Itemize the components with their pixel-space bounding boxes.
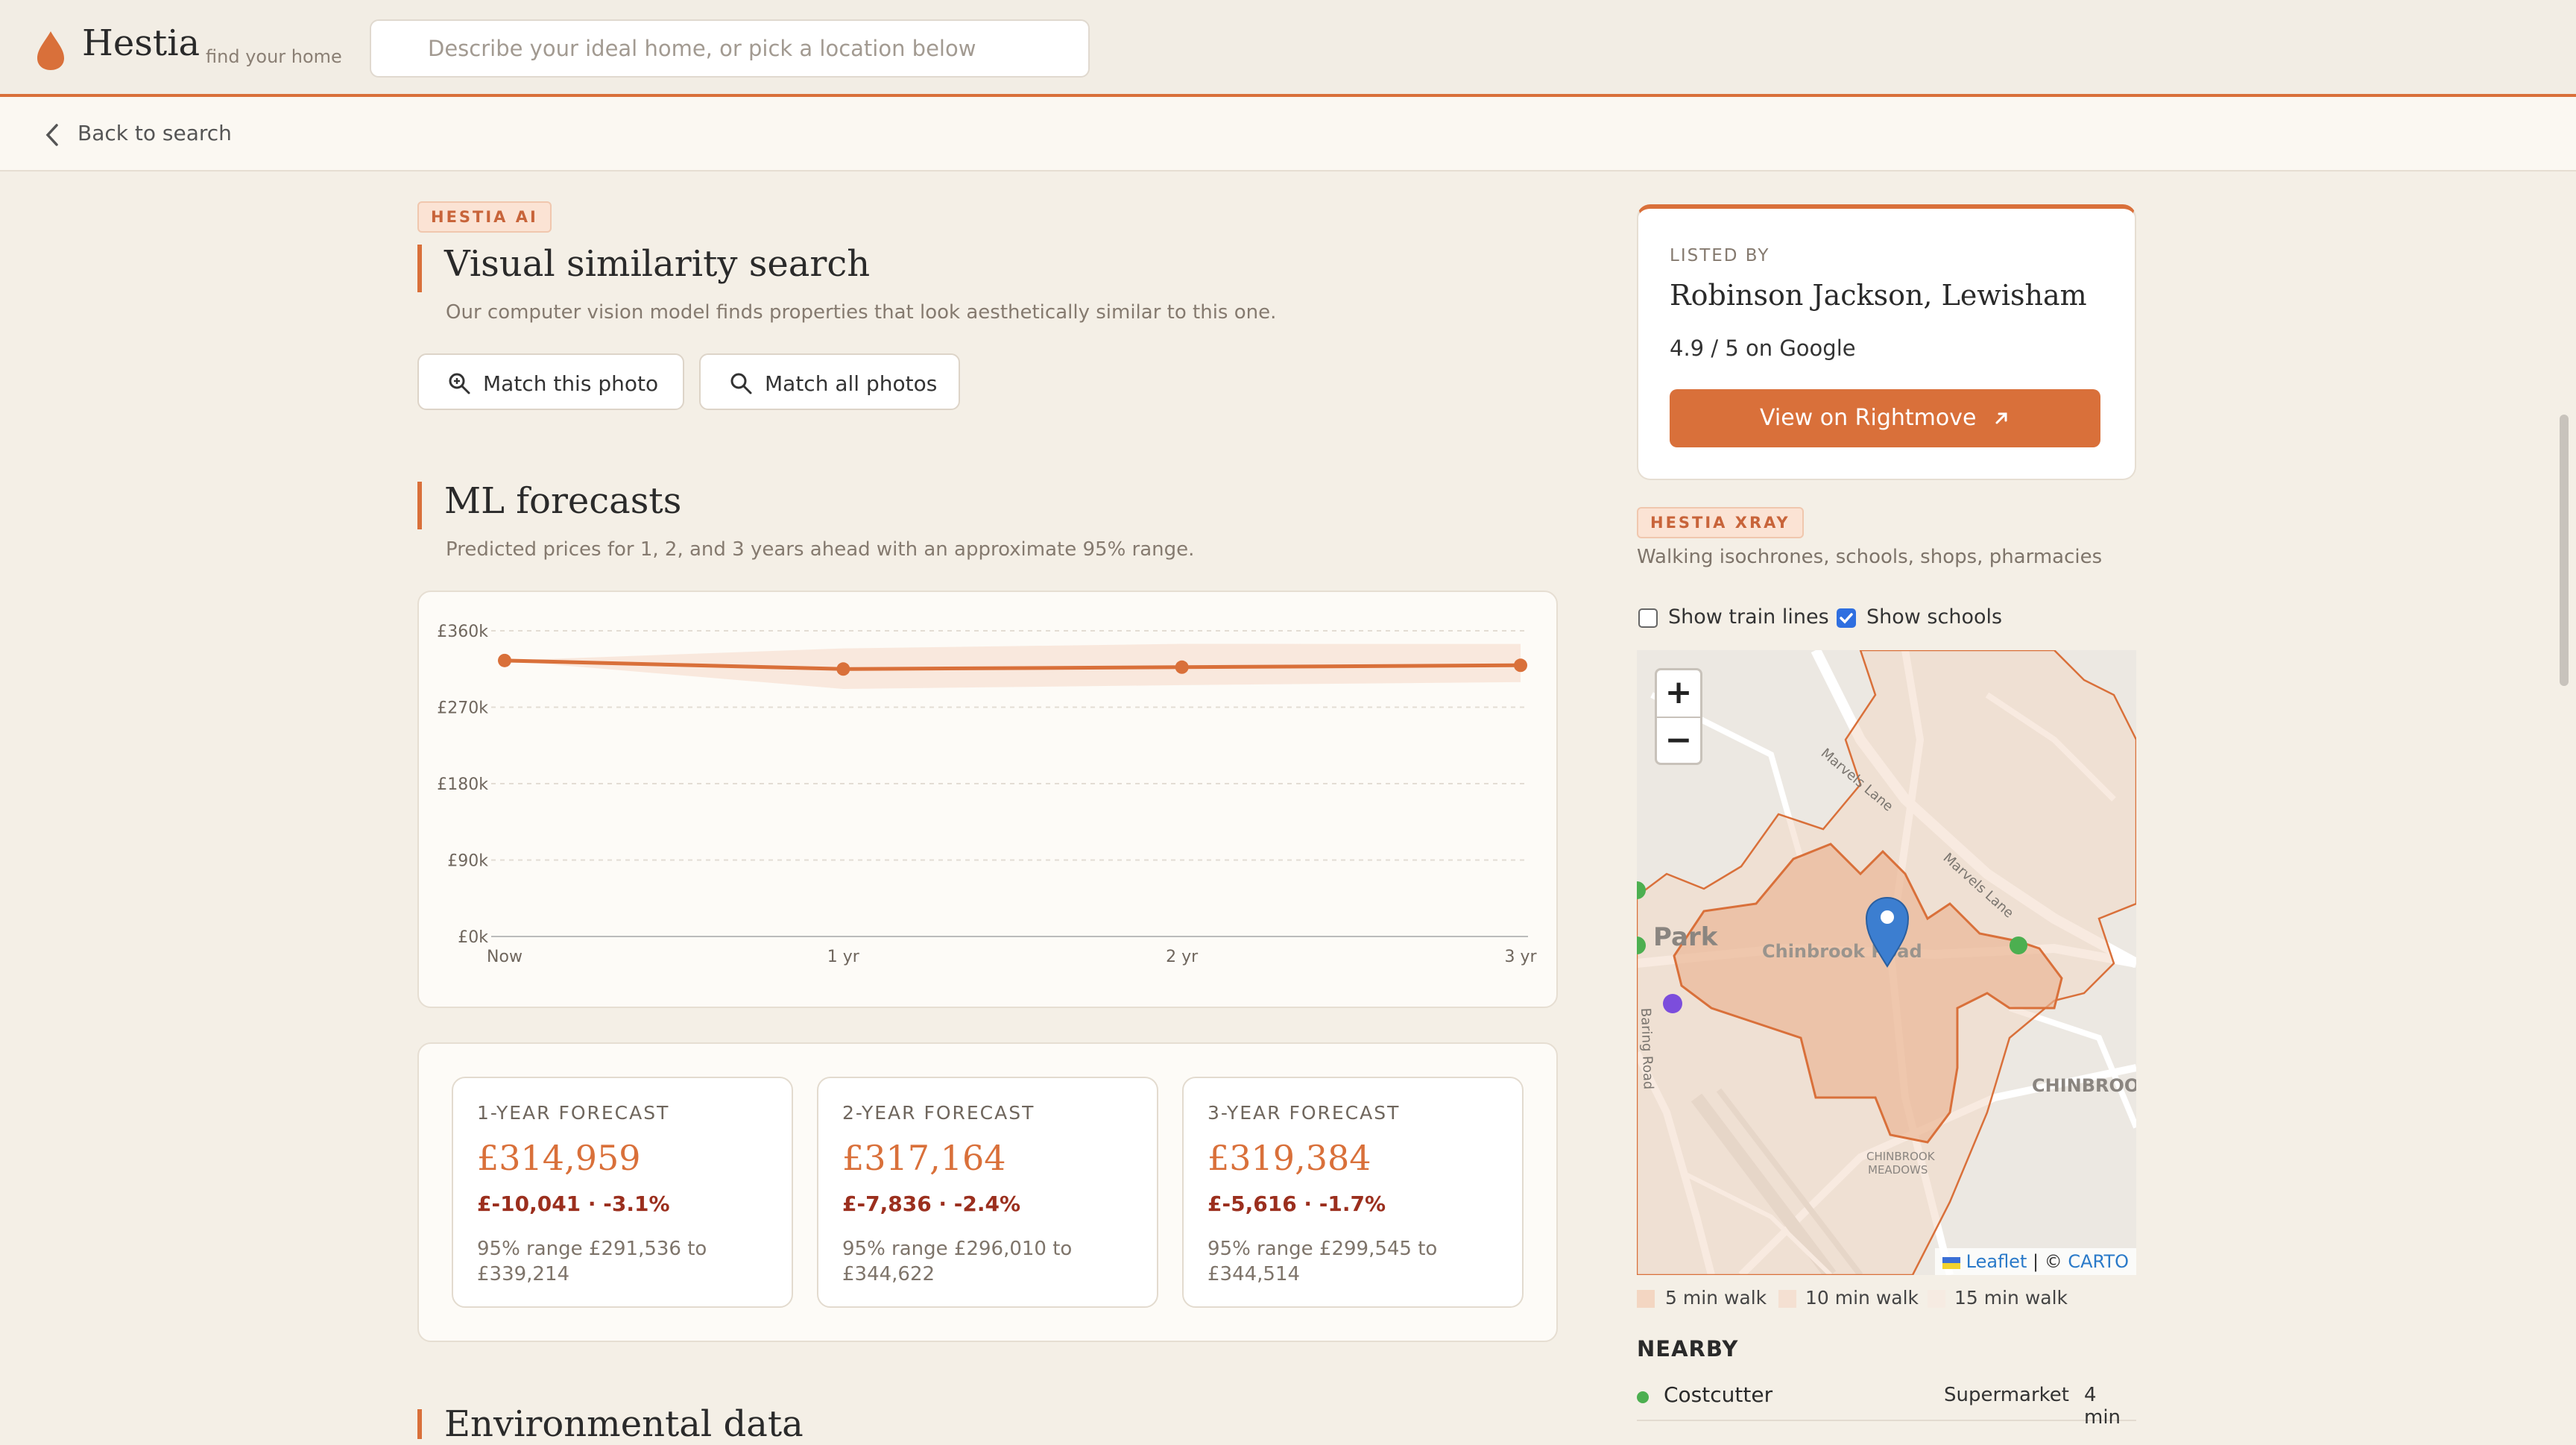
forecast-delta: £-7,836 · -2.4% [842, 1191, 1021, 1216]
page-scrollbar[interactable] [2560, 415, 2569, 686]
chart-data-point [1175, 660, 1189, 674]
chart-x-tick-label: Now [487, 948, 523, 966]
map-label-meadows: MEADOWS [1868, 1163, 1928, 1177]
legend-label-5min: 5 min walk [1665, 1287, 1767, 1309]
chart-x-tick-label: 1 yr [827, 948, 860, 966]
section-accent-bar [417, 245, 422, 292]
carto-link[interactable]: CARTO [2068, 1251, 2129, 1272]
forecast-line-chart: £360k £270k £180k £90k £0kNow 1 yr 2 yr 3 yr [437, 623, 1537, 966]
map-zoom-control: + − [1655, 668, 1702, 765]
legend-swatch-10min [1778, 1290, 1796, 1308]
hestia-xray-tag: HESTIA XRAY [1637, 507, 1804, 538]
leaflet-link[interactable]: Leaflet [1966, 1251, 2027, 1272]
checkmark-icon [1840, 613, 1853, 624]
map-label-park: Park [1653, 922, 1719, 952]
match-this-photo-label: Match this photo [483, 371, 659, 396]
match-all-photos-label: Match all photos [765, 371, 938, 396]
legend-swatch-15min [1928, 1290, 1945, 1308]
chart-data-point [836, 662, 850, 676]
chart-x-tick-label: 3 yr [1504, 948, 1537, 966]
flame-logo-icon [37, 31, 64, 70]
forecast-label: 3-YEAR FORECAST [1208, 1102, 1401, 1124]
xray-subtitle: Walking isochrones, schools, shops, phar… [1637, 546, 2103, 568]
zoom-in-button[interactable]: + [1657, 670, 1700, 718]
listed-by-label: LISTED BY [1670, 246, 1770, 265]
nearby-item-type: Supermarket [1944, 1384, 2069, 1406]
show-train-lines-checkbox[interactable] [1638, 608, 1658, 628]
next-section-title: Environmental data [444, 1403, 804, 1445]
forecast-delta: £-5,616 · -1.7% [1208, 1191, 1386, 1216]
poi-marker-pharmacy [1663, 994, 1682, 1013]
forecast-value: £317,164 [842, 1138, 1006, 1178]
match-this-photo-button[interactable]: Match this photo [417, 353, 684, 410]
map-label-chinbrook: CHINBROOK [2032, 1075, 2136, 1096]
chart-y-tick-label: £360k [437, 623, 488, 641]
chart-y-tick-label: £180k [437, 775, 488, 794]
external-link-icon [1995, 412, 2007, 424]
chart-y-tick-label: £0k [458, 928, 488, 947]
match-all-photos-button[interactable]: Match all photos [699, 353, 960, 410]
forecast-value: £319,384 [1208, 1138, 1371, 1178]
map-attribution: Leaflet | © CARTO [1935, 1248, 2136, 1275]
chart-data-point [498, 653, 511, 667]
agent-name: Robinson Jackson, Lewisham [1670, 279, 2087, 312]
view-on-rightmove-label: View on Rightmove [1760, 405, 1977, 431]
agent-card: LISTED BY Robinson Jackson, Lewisham 4.9… [1637, 204, 2136, 480]
ukraine-flag-icon [1942, 1257, 1960, 1269]
attribution-separator: | © [2027, 1251, 2068, 1272]
section-accent-bar [417, 482, 422, 529]
forecast-value: £314,959 [477, 1138, 641, 1178]
forecast-chart-card: £360k £270k £180k £90k £0k Now 1 yr 2 yr 3 yr [417, 591, 1558, 1008]
chart-y-tick-label: £90k [447, 852, 488, 871]
search-icon [730, 373, 752, 394]
forecast-card-3yr: 3-YEAR FORECAST £319,384 £-5,616 · -1.7%… [1182, 1077, 1524, 1308]
legend-label-10min: 10 min walk [1805, 1287, 1919, 1309]
search-input[interactable]: Describe your ideal home, or pick a loca… [370, 19, 1090, 78]
view-on-rightmove-button[interactable]: View on Rightmove [1670, 389, 2100, 447]
forecast-delta: £-10,041 · -3.1% [477, 1191, 670, 1216]
visual-search-subtitle: Our computer vision model finds properti… [446, 301, 1277, 324]
top-bar: Hestia find your home Describe your idea… [0, 0, 2576, 97]
nearby-item-name: Costcutter [1664, 1382, 1773, 1407]
nearby-item-time: 4 min [2084, 1384, 2121, 1429]
chart-data-point [1514, 658, 1527, 673]
nearby-title: NEARBY [1637, 1336, 1739, 1361]
forecasts-title: ML forecasts [444, 480, 682, 522]
supermarket-dot-icon [1637, 1391, 1649, 1403]
chart-y-tick-label: £270k [437, 699, 488, 718]
section-accent-bar [417, 1409, 422, 1439]
chart-x-tick-label: 2 yr [1166, 948, 1199, 966]
forecasts-subtitle: Predicted prices for 1, 2, and 3 years a… [446, 538, 1195, 561]
legend-swatch-5min [1637, 1290, 1655, 1308]
forecast-card-2yr: 2-YEAR FORECAST £317,164 £-7,836 · -2.4%… [817, 1077, 1158, 1308]
isochrone-map[interactable]: Park Chinbrook Road Marvels Lane Marvels… [1637, 650, 2136, 1275]
visual-search-title: Visual similarity search [444, 243, 871, 285]
forecast-label: 1-YEAR FORECAST [477, 1102, 670, 1124]
map-label-meadows: CHINBROOK [1866, 1150, 1936, 1163]
chevron-left-icon[interactable] [43, 122, 61, 148]
brand-name[interactable]: Hestia [82, 22, 200, 64]
legend-label-15min: 15 min walk [1954, 1287, 2068, 1309]
sub-navigation-bar: Back to search [0, 97, 2576, 171]
forecast-label: 2-YEAR FORECAST [842, 1102, 1035, 1124]
forecast-range: 95% range £296,010 to £344,622 [842, 1238, 1073, 1285]
show-schools-checkbox[interactable] [1837, 608, 1856, 628]
map-base-layer[interactable]: Park Chinbrook Road Marvels Lane Marvels… [1637, 650, 2136, 1275]
nearby-list-item[interactable]: Costcutter Supermarket 4 min [1637, 1381, 2136, 1429]
back-to-search-link[interactable]: Back to search [78, 121, 232, 145]
map-label-baring-road: Baring Road [1638, 1007, 1656, 1089]
forecast-card-1yr: 1-YEAR FORECAST £314,959 £-10,041 · -3.1… [452, 1077, 793, 1308]
hestia-ai-tag: HESTIA AI [417, 201, 552, 233]
brand-tagline: find your home [206, 46, 342, 67]
zoom-out-button[interactable]: − [1657, 718, 1700, 764]
forecast-range: 95% range £299,545 to £344,514 [1208, 1238, 1438, 1285]
agent-rating: 4.9 / 5 on Google [1670, 336, 1856, 361]
show-train-lines-label[interactable]: Show train lines [1668, 605, 1829, 629]
show-schools-label[interactable]: Show schools [1866, 605, 2002, 629]
forecast-range: 95% range £291,536 to £339,214 [477, 1238, 707, 1285]
zoom-in-icon [449, 373, 470, 394]
poi-marker-supermarket [2010, 936, 2027, 954]
